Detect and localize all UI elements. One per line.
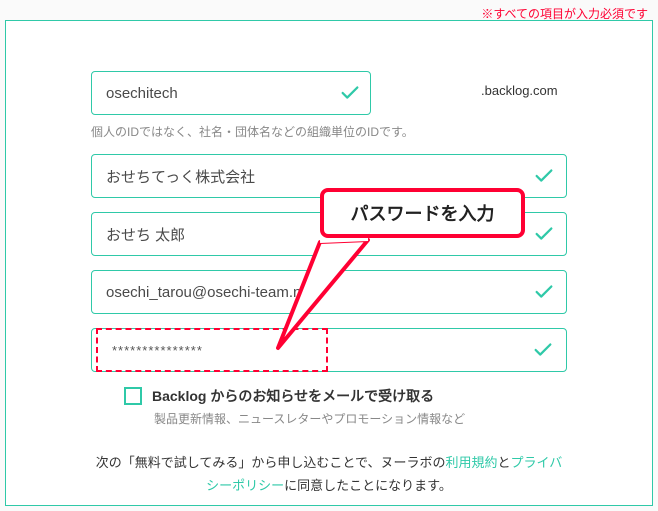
space-id-input[interactable]: [91, 71, 371, 115]
newsletter-row: Backlog からのお知らせをメールで受け取る: [124, 386, 567, 406]
space-id-row: .backlog.com 個人のIDではなく、社名・団体名などの組織単位のIDで…: [91, 71, 567, 140]
check-icon: [533, 281, 555, 303]
newsletter-label: Backlog からのお知らせをメールで受け取る: [152, 386, 434, 406]
newsletter-checkbox[interactable]: [124, 387, 142, 405]
check-icon: [533, 165, 555, 187]
annotation-callout: パスワードを入力: [320, 188, 525, 238]
terms-of-use-link[interactable]: 利用規約: [445, 455, 497, 470]
terms-prefix: 次の「無料で試してみる」から申し込むことで、ヌーラボの: [96, 455, 446, 470]
terms-text: 次の「無料で試してみる」から申し込むことで、ヌーラボの利用規約とプライバシーポリ…: [91, 451, 567, 498]
check-icon: [339, 82, 361, 104]
terms-mid: と: [497, 455, 510, 470]
newsletter-helper: 製品更新情報、ニュースレターやプロモーション情報など: [154, 410, 567, 427]
terms-suffix: に同意したことになります。: [284, 478, 452, 493]
check-icon: [533, 223, 555, 245]
annotation-callout-text: パスワードを入力: [351, 200, 495, 226]
check-icon: [532, 339, 554, 361]
space-id-helper: 個人のIDではなく、社名・団体名などの組織単位のIDです。: [91, 123, 567, 140]
annotation-arrow-icon: [270, 238, 390, 358]
domain-suffix: .backlog.com: [481, 83, 558, 98]
